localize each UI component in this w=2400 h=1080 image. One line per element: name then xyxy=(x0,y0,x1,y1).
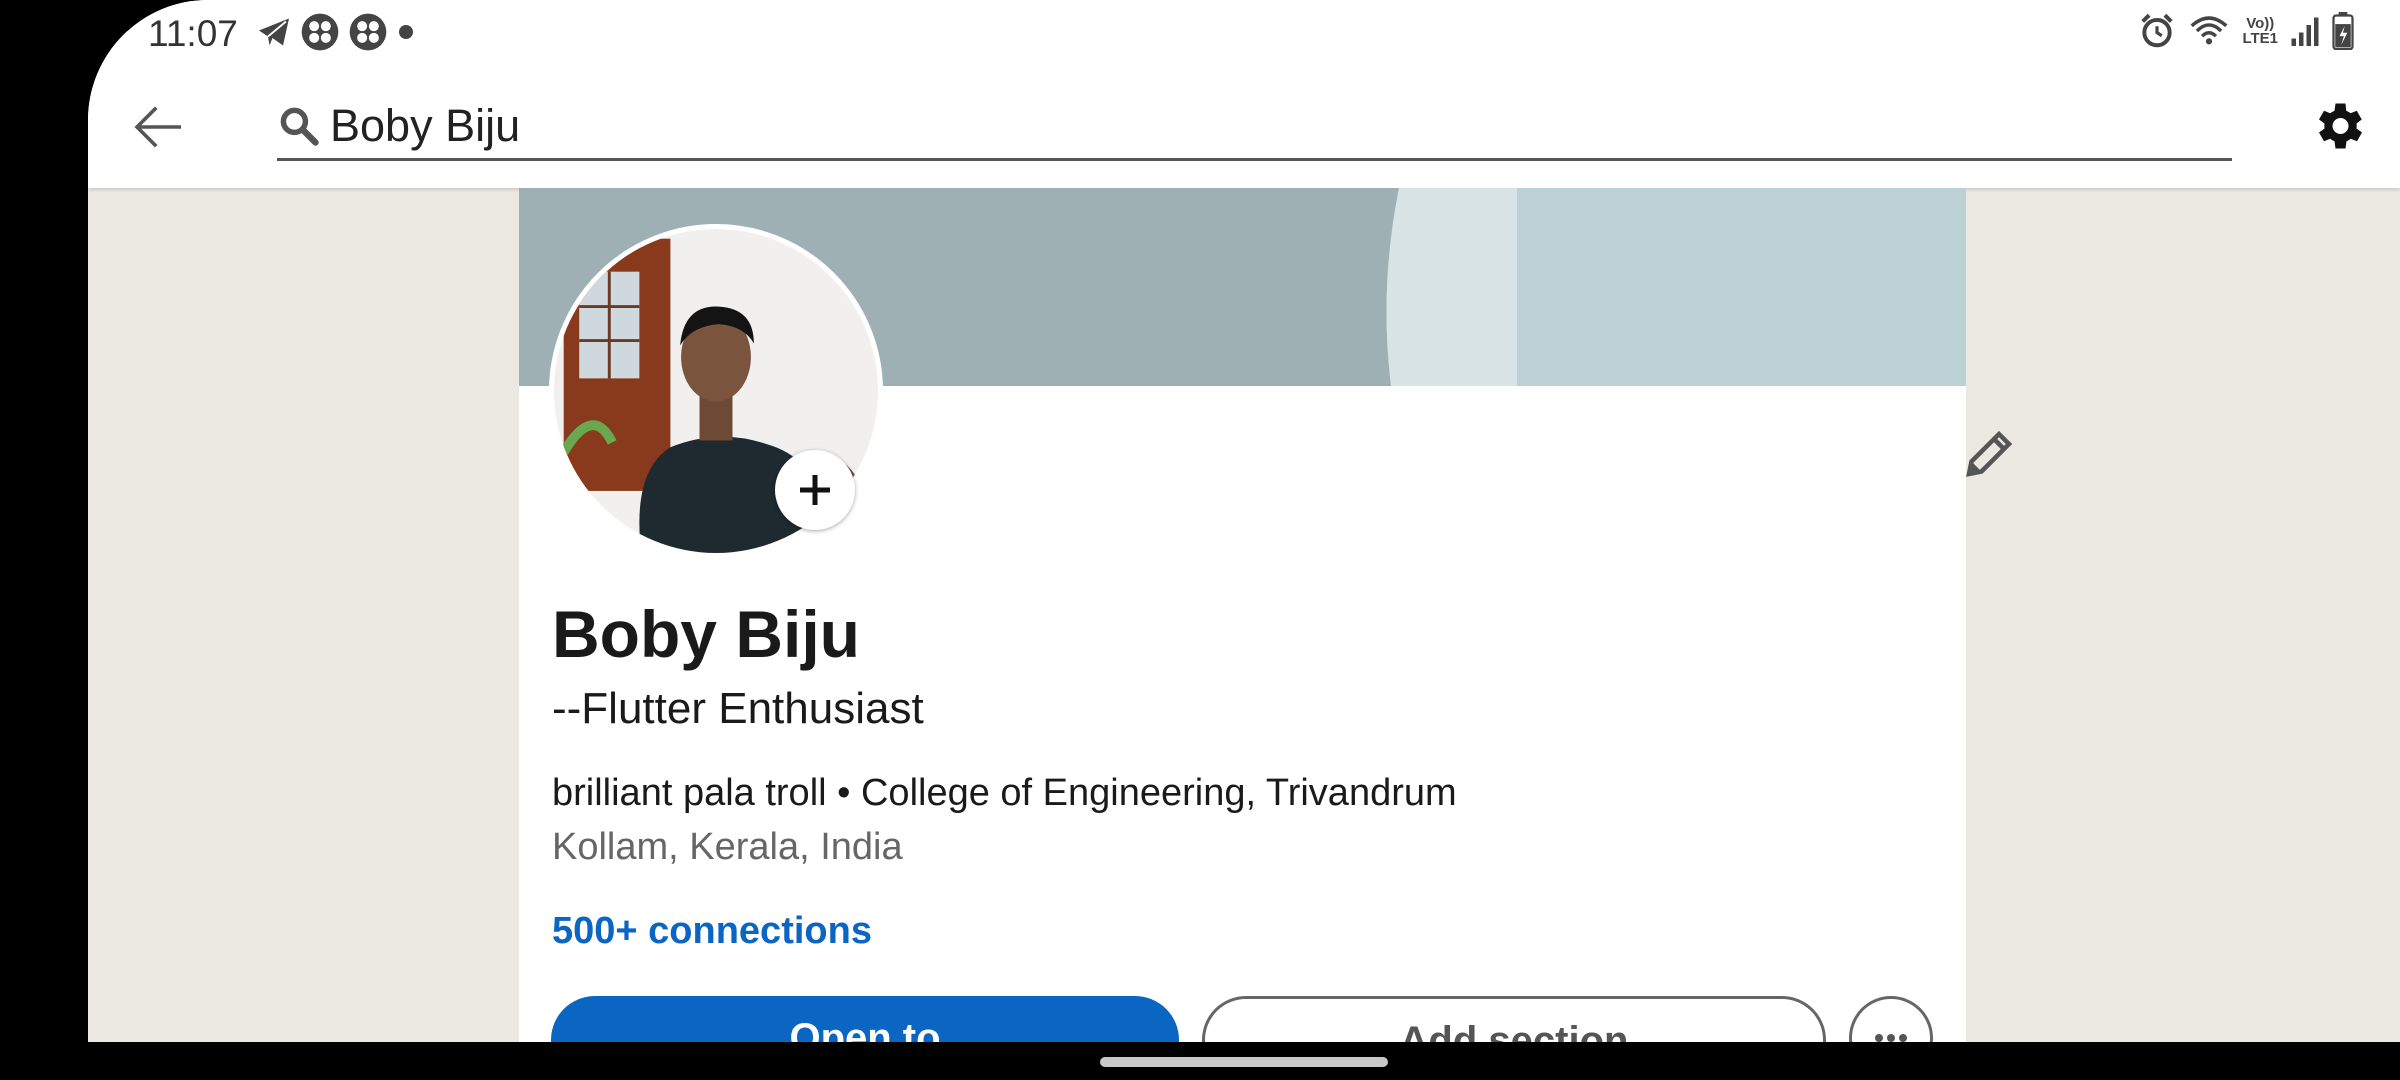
status-notification-icons xyxy=(256,12,416,52)
signal-icon xyxy=(2291,17,2319,46)
home-indicator[interactable] xyxy=(1100,1057,1388,1067)
connections-link[interactable]: 500+ connections xyxy=(552,910,872,953)
profile-meta: brilliant pala troll • College of Engine… xyxy=(552,772,1457,814)
search-query-text: Boby Biju xyxy=(330,100,521,151)
status-bar: 11:07 Vo)) LTE1 xyxy=(88,0,2400,66)
profile-headline: --Flutter Enthusiast xyxy=(552,684,924,733)
open-to-button[interactable]: Open to xyxy=(551,996,1179,1042)
pencil-icon xyxy=(1966,430,2013,477)
search-icon xyxy=(280,107,319,146)
profile-location: Kollam, Kerala, India xyxy=(552,826,903,868)
app-grid-icon xyxy=(301,13,339,51)
back-button[interactable] xyxy=(126,94,192,160)
app-bar: Boby Biju xyxy=(88,66,2400,188)
gear-icon xyxy=(2319,103,2362,149)
more-horizontal-icon xyxy=(1875,1034,1907,1042)
plus-icon xyxy=(800,475,830,505)
battery-icon xyxy=(2332,12,2354,50)
status-system-icons: Vo)) LTE1 xyxy=(2138,12,2354,50)
add-section-button[interactable]: Add section xyxy=(1202,996,1826,1042)
settings-button[interactable] xyxy=(2308,96,2368,156)
phone-screen: 11:07 Vo)) LTE1 Boby Biju Boby Biju --Fl… xyxy=(88,0,2400,1042)
wifi-icon xyxy=(2191,16,2228,45)
profile-name: Boby Biju xyxy=(552,597,860,671)
more-actions-button[interactable] xyxy=(1849,996,1933,1042)
search-input[interactable]: Boby Biju xyxy=(277,86,2232,161)
status-time: 11:07 xyxy=(148,13,238,54)
arrow-left-icon xyxy=(134,106,181,148)
telegram-icon xyxy=(259,18,289,46)
volte-indicator: Vo)) LTE1 xyxy=(2242,15,2278,47)
app-grid-icon xyxy=(349,13,387,51)
edit-profile-button[interactable] xyxy=(1959,424,2019,484)
profile-card: Boby Biju --Flutter Enthusiast brilliant… xyxy=(519,188,2013,1042)
navigation-bar xyxy=(0,1042,2400,1080)
add-photo-button[interactable] xyxy=(775,450,855,530)
dot-icon xyxy=(399,25,413,39)
profile-photo[interactable] xyxy=(549,224,883,558)
alarm-icon xyxy=(2141,13,2174,48)
